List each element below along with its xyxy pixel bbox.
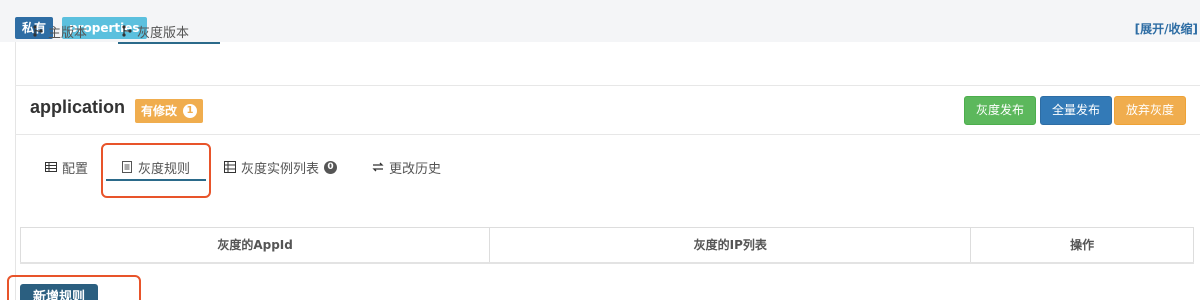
exchange-icon bbox=[372, 162, 384, 172]
expand-collapse-link[interactable]: [展开/收缩] bbox=[1135, 20, 1198, 37]
branch-icon bbox=[122, 25, 132, 37]
gray-rules-highlight bbox=[101, 143, 211, 198]
column-header-appid: 灰度的AppId bbox=[21, 228, 491, 262]
gray-release-button[interactable]: 灰度发布 bbox=[964, 96, 1037, 125]
modified-count: 1 bbox=[183, 104, 198, 118]
full-release-button[interactable]: 全量发布 bbox=[1040, 96, 1113, 125]
active-tab-indicator bbox=[118, 42, 220, 44]
modified-badge: 有修改 1 bbox=[135, 99, 204, 123]
instances-count: 0 bbox=[324, 160, 338, 174]
add-rule-highlight bbox=[7, 275, 141, 300]
server-icon bbox=[224, 161, 236, 173]
tab-history-label: 更改历史 bbox=[389, 161, 442, 177]
tab-history[interactable]: 更改历史 bbox=[372, 158, 442, 177]
namespace-title: application bbox=[30, 97, 126, 117]
tab-config-label: 配置 bbox=[62, 161, 89, 177]
branch-icon bbox=[33, 25, 43, 37]
tab-main-version[interactable]: 主版本 bbox=[32, 20, 87, 42]
tab-config[interactable]: 配置 bbox=[45, 158, 89, 177]
gray-rules-table: 灰度的AppId 灰度的IP列表 操作 bbox=[20, 227, 1194, 263]
column-header-operations: 操作 bbox=[1070, 238, 1095, 252]
abandon-gray-button[interactable]: 放弃灰度 bbox=[1114, 96, 1187, 125]
column-header-ip-list: 灰度的IP列表 bbox=[490, 228, 972, 262]
tab-gray-instances[interactable]: 灰度实例列表 0 bbox=[224, 158, 338, 177]
modified-badge-label: 有修改 bbox=[141, 104, 178, 118]
tab-gray-instances-label: 灰度实例列表 bbox=[241, 161, 320, 177]
tab-gray-version[interactable]: 灰度版本 bbox=[121, 20, 189, 42]
tab-gray-version-label: 灰度版本 bbox=[137, 25, 190, 41]
table-icon bbox=[45, 162, 57, 172]
branch-tabs bbox=[15, 42, 1200, 86]
table-divider bbox=[20, 262, 1194, 264]
tab-main-version-label: 主版本 bbox=[48, 25, 88, 41]
